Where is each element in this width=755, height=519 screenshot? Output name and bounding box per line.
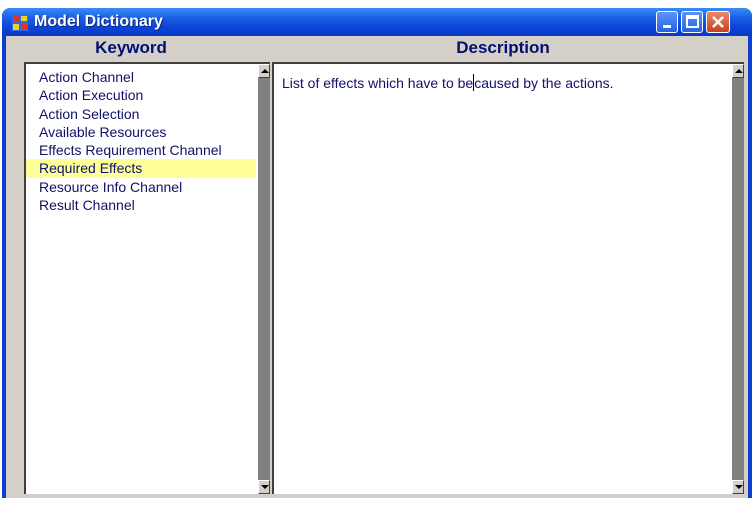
description-panel[interactable]: List of effects which have to becaused b… xyxy=(272,62,744,494)
close-button[interactable] xyxy=(706,11,730,33)
keyword-item-action-channel[interactable]: Action Channel xyxy=(26,68,256,86)
close-icon xyxy=(712,16,724,28)
description-header: Description xyxy=(456,38,550,57)
keyword-header: Keyword xyxy=(95,38,167,57)
dictionary-client-area: Keyword Description Action Channel Actio… xyxy=(6,36,748,498)
scroll-up-arrow-icon xyxy=(261,69,269,73)
scroll-down-arrow-icon xyxy=(735,485,743,489)
keyword-item-effects-requirement-channel[interactable]: Effects Requirement Channel xyxy=(26,141,256,159)
keyword-scrollbar[interactable] xyxy=(258,64,270,494)
title-bar[interactable]: Model Dictionary xyxy=(2,8,752,36)
description-text[interactable]: List of effects which have to becaused b… xyxy=(282,74,614,91)
keyword-item-result-channel[interactable]: Result Channel xyxy=(26,196,256,214)
maximize-icon xyxy=(686,15,699,28)
keyword-list[interactable]: Action Channel Action Execution Action S… xyxy=(26,68,256,214)
keyword-item-action-selection[interactable]: Action Selection xyxy=(26,105,256,123)
description-scrollbar[interactable] xyxy=(732,64,744,494)
keyword-item-available-resources[interactable]: Available Resources xyxy=(26,123,256,141)
minimize-button[interactable] xyxy=(656,11,678,33)
window-title: Model Dictionary xyxy=(34,13,163,30)
maximize-button[interactable] xyxy=(681,11,703,33)
keyword-list-panel[interactable]: Action Channel Action Execution Action S… xyxy=(24,62,270,494)
description-scroll-down-button[interactable] xyxy=(732,480,744,494)
minimize-icon xyxy=(663,25,671,28)
keyword-scroll-up-button[interactable] xyxy=(258,64,270,78)
scroll-down-arrow-icon xyxy=(261,485,269,489)
scroll-up-arrow-icon xyxy=(735,69,743,73)
keyword-item-action-execution[interactable]: Action Execution xyxy=(26,86,256,104)
keyword-scroll-down-button[interactable] xyxy=(258,480,270,494)
description-text-before-caret: List of effects which have to be xyxy=(282,75,474,91)
description-text-after-caret: caused by the actions. xyxy=(474,75,614,91)
keyword-item-resource-info-channel[interactable]: Resource Info Channel xyxy=(26,178,256,196)
description-scroll-up-button[interactable] xyxy=(732,64,744,78)
model-dictionary-window: Model Dictionary Keyword Description Act… xyxy=(2,8,752,498)
model-dictionary-app-icon[interactable] xyxy=(12,15,28,31)
keyword-item-required-effects[interactable]: Required Effects xyxy=(26,159,256,178)
